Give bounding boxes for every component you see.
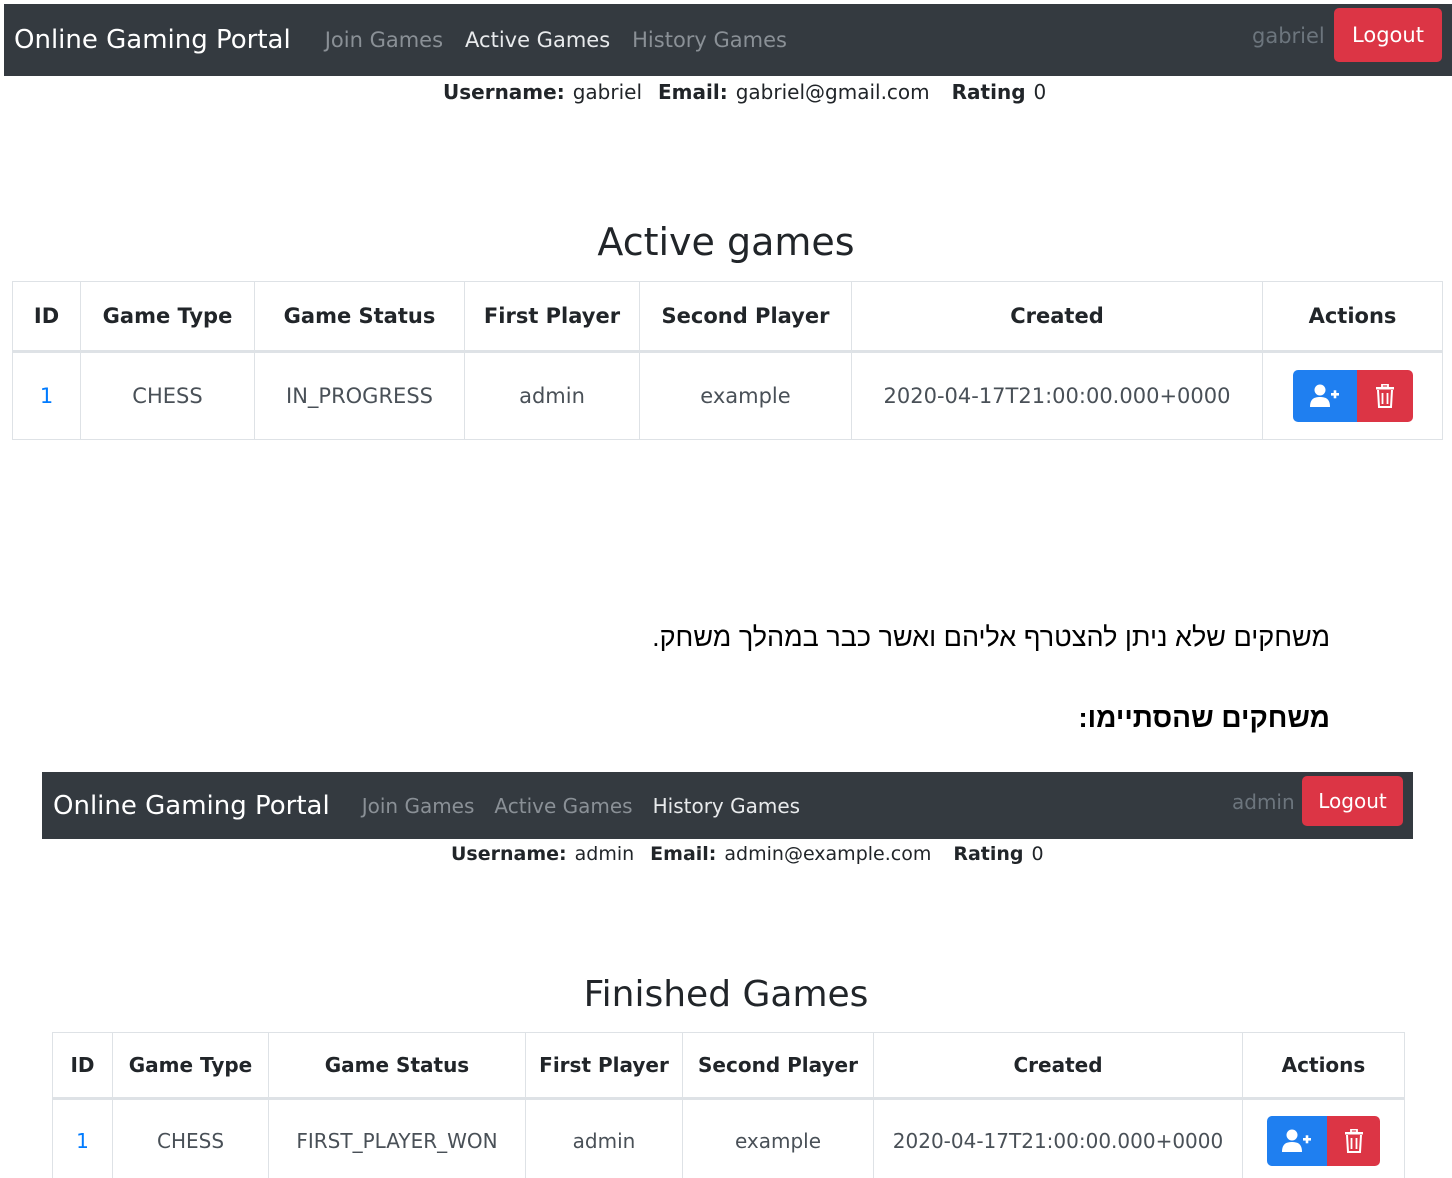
page-title: Finished Games [583, 974, 869, 1015]
finished-games-table: ID Game Type Game Status First Player Se… [52, 1032, 1405, 1178]
game-type-cell: CHESS [112, 1098, 269, 1178]
username-label: Username: [451, 843, 567, 865]
column-header: Second Player [682, 1032, 874, 1100]
logout-button[interactable]: Logout [1302, 776, 1403, 826]
brand-link[interactable]: Online Gaming Portal [53, 791, 330, 821]
nav-join-games[interactable]: Join Games [325, 28, 443, 52]
column-header: Game Status [254, 281, 465, 353]
column-header: ID [12, 281, 81, 353]
nav-active-games[interactable]: Active Games [465, 28, 610, 52]
column-header: Created [873, 1032, 1243, 1100]
join-game-button[interactable] [1292, 370, 1357, 422]
email-value: admin@example.com [724, 843, 932, 865]
user-plus-icon [1309, 384, 1339, 407]
brand-link[interactable]: Online Gaming Portal [14, 25, 291, 55]
nav-join-games[interactable]: Join Games [362, 794, 475, 818]
column-header: Created [851, 281, 1263, 353]
email-value: gabriel@gmail.com [735, 80, 930, 104]
table-row: 1 CHESS FIRST_PLAYER_WON admin example 2… [52, 1098, 1405, 1178]
column-header: Actions [1262, 281, 1443, 353]
caption-text: משחקים שלא ניתן להצטרף אליהם ואשר כבר במ… [652, 622, 1330, 652]
action-buttons [1267, 1116, 1380, 1166]
game-id-cell[interactable]: 1 [12, 351, 81, 440]
created-cell: 2020-04-17T21:00:00.000+0000 [873, 1098, 1243, 1178]
table-header-row: ID Game Type Game Status First Player Se… [12, 281, 1443, 353]
column-header: First Player [464, 281, 640, 353]
game-status-cell: IN_PROGRESS [254, 351, 465, 440]
table-header-row: ID Game Type Game Status First Player Se… [52, 1032, 1405, 1100]
rating-label: Rating [951, 80, 1026, 104]
nav-history-games[interactable]: History Games [632, 28, 787, 52]
join-game-button[interactable] [1267, 1116, 1327, 1166]
user-plus-icon [1282, 1129, 1311, 1152]
top-navbar: Online Gaming Portal Join Games Active G… [4, 4, 1452, 76]
username-value: admin [574, 843, 635, 865]
first-player-cell: admin [525, 1098, 683, 1178]
column-header: Game Status [268, 1032, 526, 1100]
column-header: Game Type [112, 1032, 269, 1100]
game-type-cell: CHESS [80, 351, 255, 440]
section-heading: משחקים שהסתיימו: [1078, 702, 1330, 733]
column-header: Game Type [80, 281, 255, 353]
page-title: Active games [597, 220, 855, 264]
delete-game-button[interactable] [1327, 1116, 1380, 1166]
game-id-cell[interactable]: 1 [52, 1098, 113, 1178]
nav-history-games[interactable]: History Games [653, 794, 800, 818]
email-label: Email: [658, 80, 728, 104]
nav-username: gabriel [1252, 24, 1325, 48]
rating-value: 0 [1033, 80, 1047, 104]
column-header: Actions [1242, 1032, 1405, 1100]
trash-icon [1344, 1129, 1363, 1153]
second-player-cell: example [639, 351, 852, 440]
top-navbar: Online Gaming Portal Join Games Active G… [42, 772, 1413, 839]
created-cell: 2020-04-17T21:00:00.000+0000 [851, 351, 1263, 440]
email-label: Email: [650, 843, 717, 865]
actions-cell [1242, 1098, 1405, 1178]
active-games-table: ID Game Type Game Status First Player Se… [12, 281, 1443, 440]
trash-icon [1375, 384, 1394, 408]
column-header: ID [52, 1032, 113, 1100]
rating-label: Rating [953, 843, 1024, 865]
second-player-cell: example [682, 1098, 874, 1178]
username-label: Username: [443, 80, 565, 104]
game-status-cell: FIRST_PLAYER_WON [268, 1098, 526, 1178]
actions-cell [1262, 351, 1443, 440]
rating-value: 0 [1031, 843, 1044, 865]
action-buttons [1292, 370, 1413, 422]
delete-game-button[interactable] [1356, 370, 1413, 422]
nav-username: admin [1232, 790, 1295, 814]
user-profile-summary: Username: admin Email: admin@example.com… [451, 843, 1044, 865]
username-value: gabriel [572, 80, 643, 104]
table-row: 1 CHESS IN_PROGRESS admin example 2020-0… [12, 351, 1443, 440]
logout-button[interactable]: Logout [1334, 8, 1442, 62]
column-header: First Player [525, 1032, 683, 1100]
user-profile-summary: Username: gabriel Email: gabriel@gmail.c… [443, 80, 1046, 104]
first-player-cell: admin [464, 351, 640, 440]
nav-active-games[interactable]: Active Games [494, 794, 632, 818]
column-header: Second Player [639, 281, 852, 353]
